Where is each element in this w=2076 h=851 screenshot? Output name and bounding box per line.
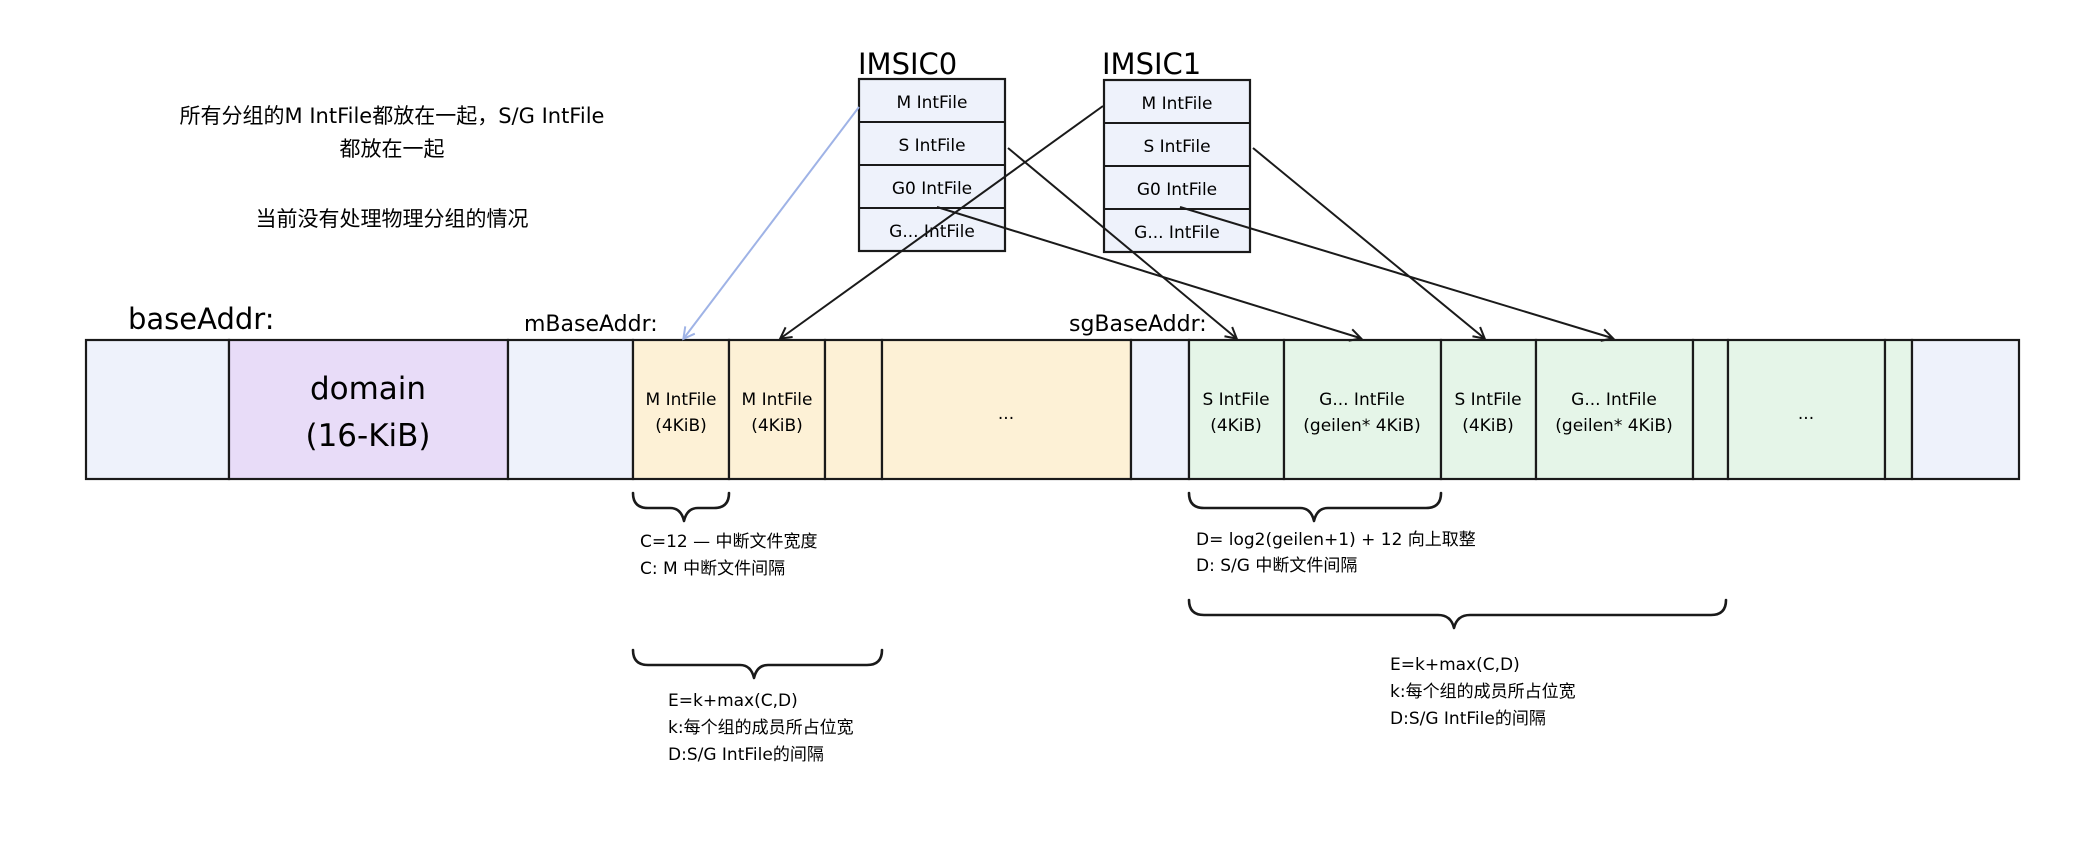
region-m-gap <box>823 338 884 481</box>
sg-ellipsis: ... <box>1798 404 1814 424</box>
region-pre-domain <box>84 338 231 481</box>
g-file-0-line1: G... IntFile <box>1319 390 1405 410</box>
m-base-addr-label: mBaseAddr: <box>524 312 658 337</box>
domain-label-line1: domain <box>310 371 426 407</box>
imsic1-file-m: M IntFile <box>1142 94 1213 114</box>
imsic0-file-s: S IntFile <box>898 136 965 156</box>
region-sg-gap-2 <box>1883 338 1914 481</box>
annotation-d-line1: D= log2(geilen+1) + 12 向上取整 <box>1196 530 1476 550</box>
m-file-0-line2: (4KiB) <box>655 416 707 436</box>
g-file-1-line1: G... IntFile <box>1571 390 1657 410</box>
region-sg-gap <box>1691 338 1730 481</box>
arrow-imsic1-s <box>1252 147 1484 338</box>
region-post-domain <box>506 338 635 481</box>
memory-bar: domain (16-KiB) M IntFile (4KiB) M IntFi… <box>84 338 2021 481</box>
brace-e-m <box>631 648 884 680</box>
s-file-0-line2: (4KiB) <box>1210 416 1262 436</box>
memory-layout-diagram: 所有分组的M IntFile都放在一起，S/G IntFile 都放在一起 当前… <box>84 47 2021 765</box>
imsic1-file-g0: G0 IntFile <box>1137 180 1217 200</box>
imsic0-title: IMSIC0 <box>858 47 957 81</box>
domain-label-line2: (16-KiB) <box>305 418 430 454</box>
brace-c <box>631 491 731 523</box>
annotation-esg-line1: E=k+max(C,D) <box>1390 655 1520 675</box>
imsic1-title: IMSIC1 <box>1102 47 1201 81</box>
imsic1-file-s: S IntFile <box>1143 137 1210 157</box>
imsic0-file-m: M IntFile <box>897 93 968 113</box>
imsic0-file-g0: G0 IntFile <box>892 179 972 199</box>
brace-d <box>1187 491 1443 523</box>
note-line-1: 所有分组的M IntFile都放在一起，S/G IntFile <box>180 104 605 128</box>
base-addr-label: baseAddr: <box>128 302 274 336</box>
annotation-em-line1: E=k+max(C,D) <box>668 691 798 711</box>
braces <box>631 491 1728 680</box>
annotation-esg-line2: k:每个组的成员所占位宽 <box>1390 682 1576 702</box>
region-domain <box>227 338 510 481</box>
annotation-d-line2: D: S/G 中断文件间隔 <box>1196 556 1357 576</box>
m-ellipsis: ... <box>998 404 1014 424</box>
arrow-imsic1-g <box>1179 206 1612 338</box>
region-tail <box>1910 338 2021 481</box>
annotation-c-line1: C=12 — 中断文件宽度 <box>640 532 818 552</box>
g-file-0-line2: (geilen* 4KiB) <box>1303 416 1420 436</box>
annotation-em-line2: k:每个组的成员所占位宽 <box>668 718 854 738</box>
annotation-c-line2: C: M 中断文件间隔 <box>640 559 785 579</box>
arrow-imsic0-m <box>684 106 860 338</box>
m-file-0-line1: M IntFile <box>646 390 717 410</box>
annotation-em-line3: D:S/G IntFile的间隔 <box>668 745 824 765</box>
sg-base-addr-label: sgBaseAddr: <box>1069 312 1207 337</box>
imsic1-file-gn: G... IntFile <box>1134 223 1220 243</box>
s-file-0-line1: S IntFile <box>1202 390 1269 410</box>
m-file-1-line1: M IntFile <box>742 390 813 410</box>
s-file-1-line2: (4KiB) <box>1462 416 1514 436</box>
annotation-esg-line3: D:S/G IntFile的间隔 <box>1390 709 1546 729</box>
note-line-3: 当前没有处理物理分组的情况 <box>256 207 529 231</box>
imsic0-file-gn: G... IntFile <box>889 222 975 242</box>
brace-e-sg <box>1187 598 1728 630</box>
m-file-1-line2: (4KiB) <box>751 416 803 436</box>
g-file-1-line2: (geilen* 4KiB) <box>1555 416 1672 436</box>
s-file-1-line1: S IntFile <box>1454 390 1521 410</box>
region-between <box>1129 338 1191 481</box>
note-line-2: 都放在一起 <box>340 137 445 161</box>
